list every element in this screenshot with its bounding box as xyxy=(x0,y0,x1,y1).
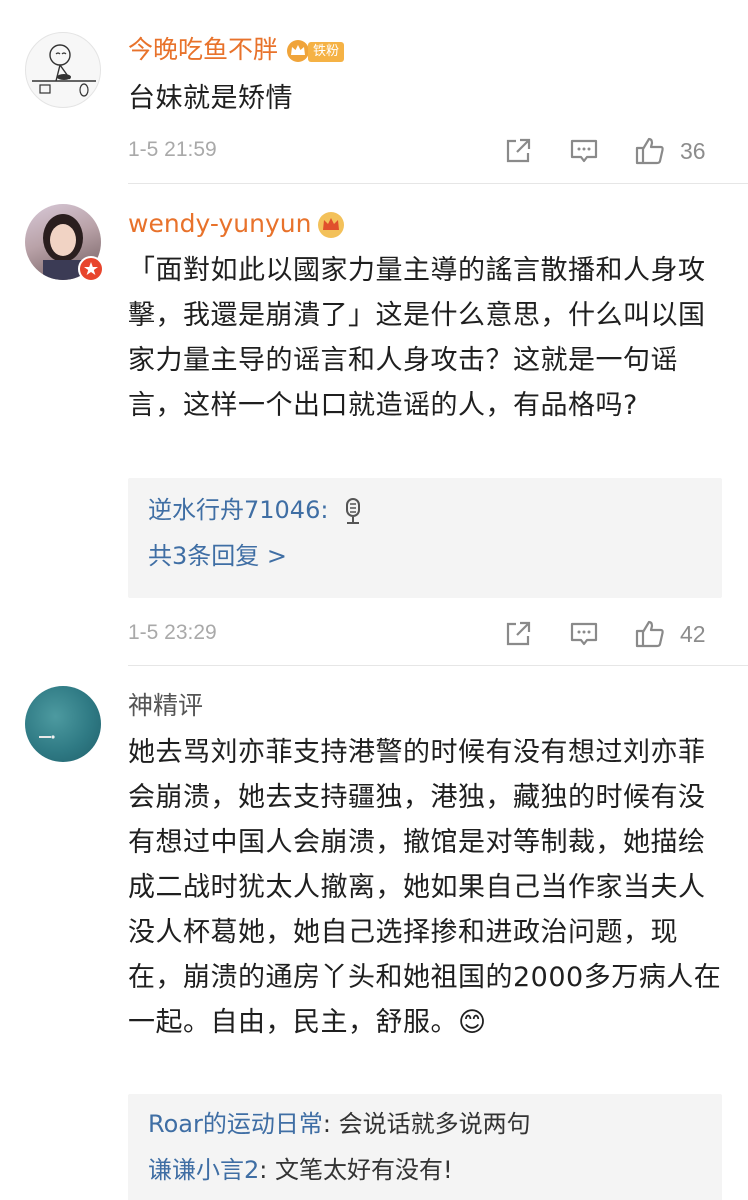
share-button[interactable] xyxy=(502,131,542,171)
comment-actions: 42 xyxy=(502,614,722,654)
reply-username[interactable]: 谦谦小言2 xyxy=(148,1156,259,1184)
thumbs-up-icon xyxy=(635,137,664,165)
verified-badge-icon xyxy=(78,256,104,282)
view-more-replies-link[interactable]: 共3条回复 > xyxy=(148,540,287,572)
username[interactable]: wendy-yunyun xyxy=(128,208,345,240)
reply-item[interactable]: 逆水行舟71046: xyxy=(148,494,364,526)
sea-photo-avatar-icon xyxy=(39,735,55,739)
comment-text: 她去骂刘亦菲支持港警的时候有没有想过刘亦菲会崩溃，她去支持疆独，港独，藏独的时候… xyxy=(128,737,722,1038)
like-count: 36 xyxy=(680,138,706,164)
share-button[interactable] xyxy=(502,614,542,654)
comment-text: 台妹就是矫情 xyxy=(128,83,293,114)
comment-icon xyxy=(570,622,598,646)
comment-button[interactable] xyxy=(568,131,608,171)
share-icon xyxy=(506,138,531,163)
like-button[interactable] xyxy=(634,131,674,171)
thumbs-up-icon xyxy=(635,620,664,648)
like-button[interactable] xyxy=(634,614,674,654)
comment-text: 「面對如此以國家力量主導的謠言散播和人身攻擊，我還是崩潰了」这是什么意思，什么叫… xyxy=(128,255,706,421)
share-icon xyxy=(506,621,531,646)
reply-item[interactable]: 谦谦小言2: 文笔太好有没有! xyxy=(148,1154,453,1186)
like-count: 42 xyxy=(680,621,706,647)
timestamp: 1-5 23:29 xyxy=(128,621,217,644)
reply-username[interactable]: 逆水行舟71046 xyxy=(148,496,320,524)
crown-icon xyxy=(318,212,345,238)
username[interactable]: 神精评 xyxy=(128,690,203,722)
crown-icon xyxy=(287,40,310,62)
comment-item: wendy-yunyun 「面對如此以國家力量主導的謠言散播和人身攻擊，我還是崩… xyxy=(0,184,748,666)
comment-icon xyxy=(570,139,598,163)
cartoon-avatar-icon xyxy=(32,44,96,97)
avatar[interactable] xyxy=(25,32,101,108)
username[interactable]: 今晚吃鱼不胖 铁粉 xyxy=(128,34,345,66)
comment-actions: 36 xyxy=(502,131,722,171)
comment-item: 神精评 她去骂刘亦菲支持港警的时候有没有想过刘亦菲会崩溃，她去支持疆独，港独，藏… xyxy=(0,666,748,1200)
timestamp: 1-5 21:59 xyxy=(128,138,217,161)
reply-text: 会说话就多说两句 xyxy=(338,1110,531,1138)
fan-badge-label: 铁粉 xyxy=(308,42,345,62)
reply-preview-box[interactable]: 逆水行舟71046: 共3条回复 > xyxy=(128,478,722,598)
reply-item[interactable]: Roar的运动日常: 会说话就多说两句 xyxy=(148,1108,531,1140)
microphone-icon xyxy=(346,498,361,524)
comment-button[interactable] xyxy=(568,614,608,654)
reply-preview-box[interactable]: Roar的运动日常: 会说话就多说两句 谦谦小言2: 文笔太好有没有! xyxy=(128,1094,722,1200)
reply-text: 文笔太好有没有! xyxy=(275,1156,453,1184)
reply-username[interactable]: Roar的运动日常 xyxy=(148,1110,323,1138)
comment-item: 今晚吃鱼不胖 铁粉 台妹就是矫情 1-5 21:59 36 xyxy=(0,0,748,184)
iron-fan-badge: 铁粉 xyxy=(286,39,345,63)
avatar[interactable] xyxy=(25,686,101,762)
